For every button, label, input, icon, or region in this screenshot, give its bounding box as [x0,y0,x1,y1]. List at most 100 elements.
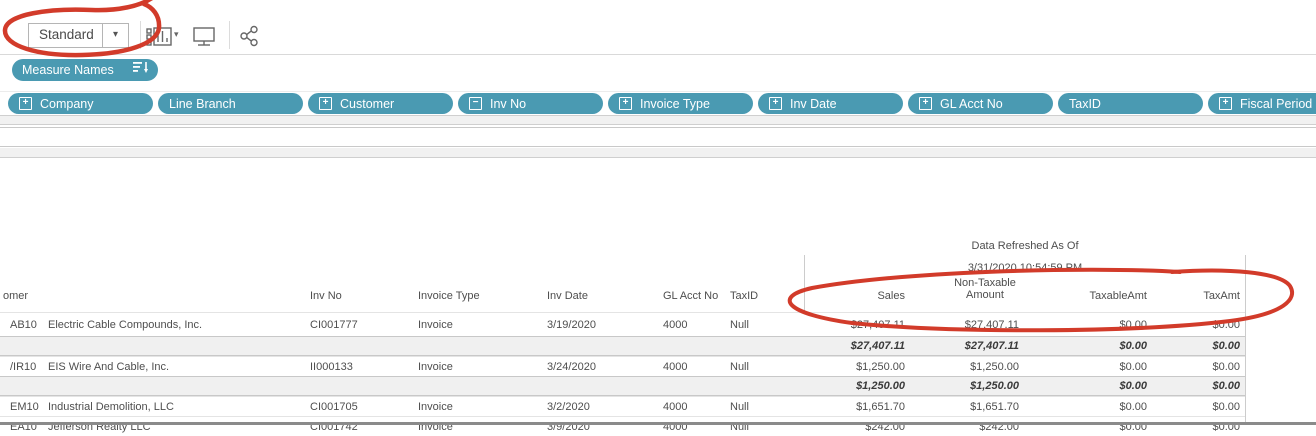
show-me-chart-icon[interactable] [146,26,172,47]
column-header-inv-date[interactable]: Inv Date [547,290,588,302]
cell-tax-amt: $0.00 [1135,401,1240,413]
cell-code: EM10 [10,401,39,413]
column-header-tax-amt[interactable]: TaxAmt [1135,290,1240,302]
subtotal-cell-taxable-amt: $0.00 [1042,380,1147,392]
pill-line-branch[interactable]: Line Branch [158,93,303,114]
table-row[interactable]: EM10Industrial Demolition, LLCCI001705In… [0,396,1245,416]
fit-selector-dropdown[interactable]: Standard ▾ [28,23,129,48]
subtotal-row[interactable]: $27,407.11 $27,407.11 $0.00$0.00 [0,336,1245,356]
subtotal-cell-non-taxable: $1,250.00 [914,380,1019,392]
cell-inv-no: CI001777 [310,319,358,331]
column-pills-shelf: +CompanyLine Branch+Customer−Inv No+Invo… [8,93,1316,114]
cell-gl-acct-no: 4000 [663,319,687,331]
cell-taxable-amt: $0.00 [1042,319,1147,331]
toolbar-separator [229,21,230,49]
cell-taxable-amt: $0.00 [1042,401,1147,413]
presentation-mode-icon[interactable] [192,26,216,47]
share-icon[interactable] [239,25,261,47]
shelf-line [0,146,1316,147]
table-row[interactable]: /IR10 EIS Wire And Cable, Inc. II000133 Inv… [0,356,1245,376]
expand-icon[interactable]: + [919,97,932,110]
cell-inv-date: 3/24/2020 [547,361,596,373]
column-header-customer[interactable]: omer [3,290,28,302]
chevron-down-icon[interactable]: ▾ [102,24,128,47]
cell-code: AB10 [10,319,37,331]
pill-company[interactable]: + Company [8,93,153,114]
pill-label: Customer [340,97,394,111]
cell-inv-no: II000133 [310,361,353,373]
cell-non-taxable: $27,407.11 [914,319,1019,331]
cell-non-taxable: $1,651.70 [914,401,1019,413]
cell-non-taxable: $1,250.00 [914,361,1019,373]
expand-icon[interactable]: + [619,97,632,110]
subtotal-cell-sales: $1,250.00 [800,380,905,392]
subtotal-cell-taxable-amt: $0.00 [1042,340,1147,352]
table-row[interactable]: EA10Jefferson Realty LLCCI001742Invoice3… [0,416,1245,436]
subtotal-cell-sales: $27,407.11 [800,340,905,352]
cell-customer: Industrial Demolition, LLC [48,401,174,413]
expand-icon[interactable]: + [1219,97,1232,110]
expand-icon[interactable]: + [319,97,332,110]
subtotal-cell-non-taxable: $27,407.11 [914,340,1019,352]
pill-inv-date[interactable]: + Inv Date [758,93,903,114]
collapsed-shelf-bar [0,148,1316,158]
pill-inv-no[interactable]: −Inv No [458,93,603,114]
pill-label: Company [40,97,94,111]
pill-label: TaxID [1069,97,1101,111]
cell-gl-acct-no: 4000 [663,401,687,413]
column-header-non-taxable-line2: Amount [940,289,1030,301]
cell-code: /IR10 [10,361,36,373]
data-refreshed-label: Data Refreshed As Of [805,240,1245,252]
cell-tax-id: Null [730,319,749,331]
cell-tax-amt: $0.00 [1135,319,1240,331]
table-row[interactable]: AB10 Electric Cable Compounds, Inc. CI0017… [0,312,1245,336]
pill-label: GL Acct No [940,97,1003,111]
cell-sales: $1,250.00 [800,361,905,373]
cell-sales: $1,651.70 [800,401,905,413]
column-header-non-taxable-line1: Non-Taxable [940,277,1030,289]
column-header-inv-no[interactable]: Inv No [310,290,342,302]
pill-customer[interactable]: + Customer [308,93,453,114]
subtotal-cell-tax-amt: $0.00 [1135,340,1240,352]
fit-selector-value: Standard [39,27,94,42]
measure-names-pill[interactable]: Measure Names [12,59,158,81]
column-header-taxable-amt[interactable]: TaxableAmt [1042,290,1147,302]
collapsed-shelf-bar [0,115,1316,125]
sort-descending-icon[interactable] [133,61,148,79]
subtotal-row[interactable]: $1,250.00 $1,250.00 $0.00$0.00 [0,376,1245,396]
collapse-icon[interactable]: − [469,97,482,110]
cell-customer: Electric Cable Compounds, Inc. [48,319,202,331]
expand-icon[interactable]: + [19,97,32,110]
cell-taxable-amt: $0.00 [1042,361,1147,373]
pill-gl-acct-no[interactable]: + GL Acct No [908,93,1053,114]
cell-invoice-type: Invoice [418,401,453,413]
pill-invoice-type[interactable]: +Invoice Type [608,93,753,114]
shelf-divider [0,91,1316,92]
chevron-down-icon[interactable]: ▾ [174,29,179,40]
toolbar: Standard ▾ ▾ [0,0,1316,55]
cell-sales: $27,407.11 [800,319,905,331]
subtotal-cell-tax-amt: $0.00 [1135,380,1240,392]
column-header-invoice-type[interactable]: Invoice Type [418,290,480,302]
cell-gl-acct-no: 4000 [663,361,687,373]
column-header-sales[interactable]: Sales [800,290,905,302]
cell-invoice-type: Invoice [418,361,453,373]
crosstab-view: Data Refreshed As Of 3/31/2020 10:54:59 … [0,160,1316,425]
cell-tax-amt: $0.00 [1135,361,1240,373]
column-divider [1245,255,1246,425]
column-header-non-taxable[interactable]: Non-Taxable Amount [940,277,1030,301]
cell-invoice-type: Invoice [418,319,453,331]
toolbar-separator [140,21,141,49]
measure-names-pill-label: Measure Names [22,63,133,77]
pill-label: Inv Date [790,97,837,111]
pill-fiscal-period[interactable]: + Fiscal Period [1208,93,1316,114]
cell-inv-date: 3/19/2020 [547,319,596,331]
expand-icon[interactable]: + [769,97,782,110]
column-header-gl-acct-no[interactable]: GL Acct No [663,290,718,302]
pill-label: Fiscal Period [1240,97,1312,111]
cell-customer: EIS Wire And Cable, Inc. [48,361,169,373]
cell-tax-id: Null [730,361,749,373]
column-header-tax-id[interactable]: TaxID [730,290,758,302]
pill-taxid[interactable]: TaxID [1058,93,1203,114]
pill-label: Inv No [490,97,526,111]
